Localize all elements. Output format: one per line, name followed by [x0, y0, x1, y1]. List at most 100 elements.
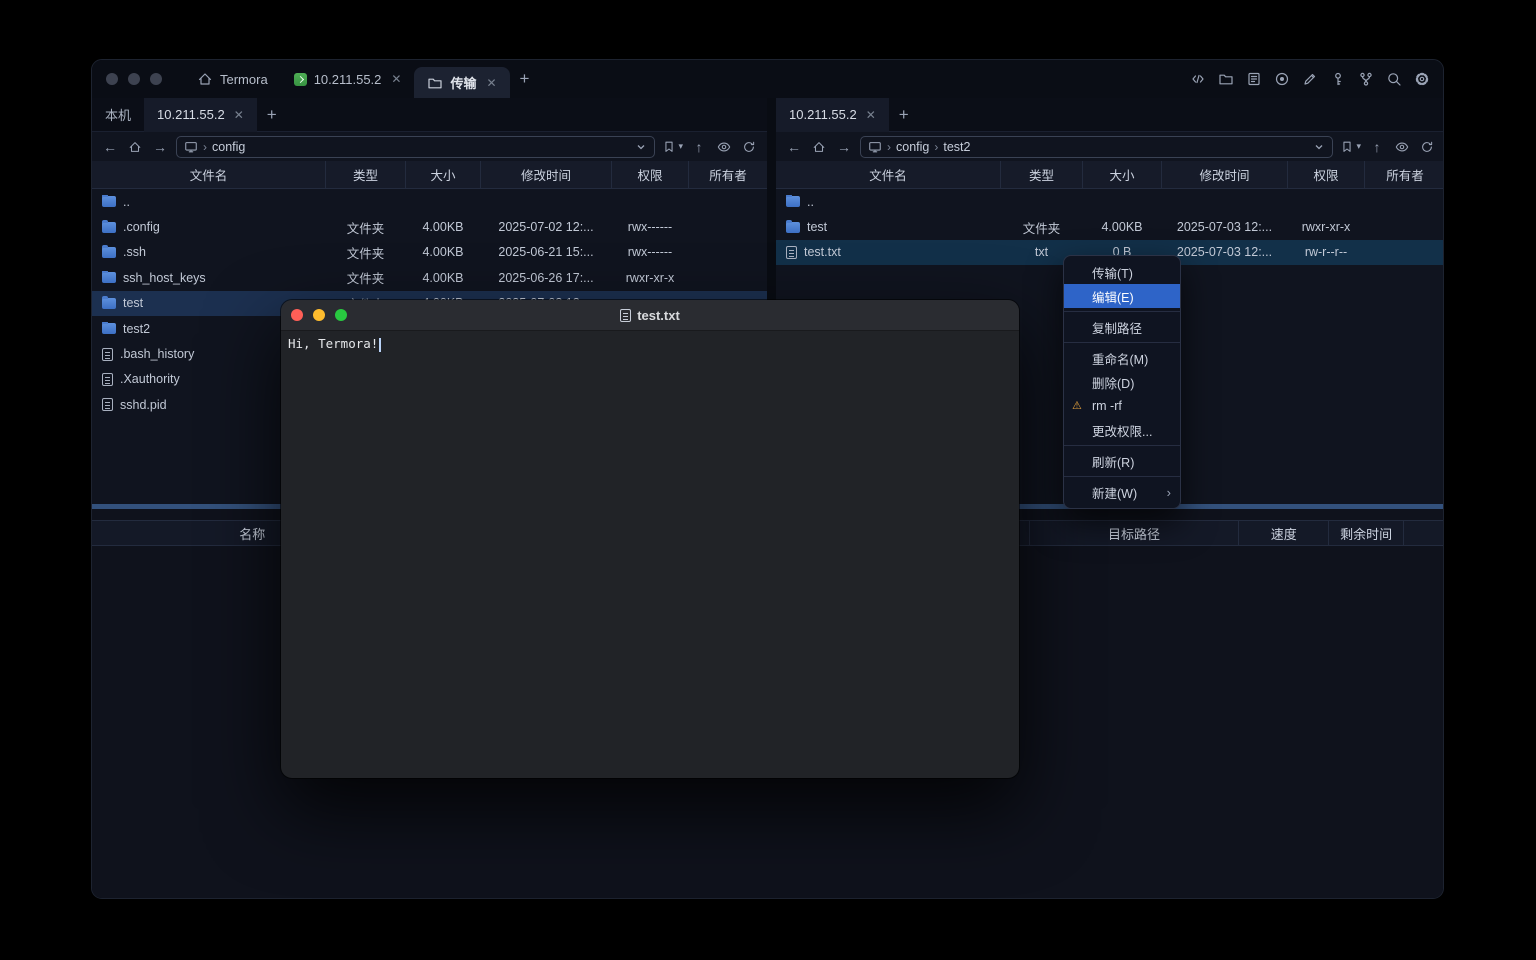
forward-button[interactable]: →: [151, 137, 169, 157]
column-header-permissions[interactable]: 权限: [1288, 161, 1365, 188]
breadcrumb-separator: ›: [887, 140, 891, 154]
file-name: .bash_history: [120, 347, 194, 361]
file-row[interactable]: ..: [776, 189, 1444, 214]
zoom-window-button[interactable]: [150, 73, 162, 85]
show-hidden-button[interactable]: [715, 137, 733, 157]
file-row[interactable]: .ssh 文件夹4.00KB2025-06-21 15:...rwx------: [92, 240, 767, 265]
menu-item-transfer[interactable]: 传输(T): [1064, 260, 1180, 284]
menu-item-refresh[interactable]: 刷新(R): [1064, 449, 1180, 473]
editor-text: Hi, Termora!: [288, 336, 378, 351]
editor-window: test.txt Hi, Termora!: [281, 300, 1019, 778]
breadcrumb-segment[interactable]: config: [212, 140, 245, 154]
close-tab-icon[interactable]: ✕: [866, 108, 876, 122]
tab-remote-host[interactable]: 10.211.55.2 ✕: [776, 98, 889, 132]
file-icon: [786, 246, 797, 259]
column-header-name[interactable]: 文件名: [92, 161, 326, 188]
menu-item-copy-path[interactable]: 复制路径: [1064, 315, 1180, 339]
tab-home[interactable]: Termora: [184, 60, 281, 98]
column-header-size[interactable]: 大小: [1083, 161, 1162, 188]
settings-icon[interactable]: [1413, 71, 1430, 88]
path-field[interactable]: › config: [176, 136, 655, 158]
menu-item-new[interactable]: 新建(W) ›: [1064, 480, 1180, 504]
close-window-button[interactable]: [291, 309, 303, 321]
folder-icon[interactable]: [1217, 71, 1234, 88]
tab-label: 10.211.55.2: [314, 72, 382, 87]
menu-item-rm-rf[interactable]: ⚠ rm -rf: [1064, 394, 1180, 418]
file-table-header: 文件名 类型 大小 修改时间 权限 所有者: [92, 161, 767, 189]
column-header-name[interactable]: 文件名: [776, 161, 1001, 188]
home-icon: [197, 71, 213, 87]
close-tab-icon[interactable]: ✕: [486, 76, 496, 90]
tab-remote-host[interactable]: 10.211.55.2 ✕: [144, 98, 257, 132]
home-button[interactable]: [810, 137, 828, 157]
column-header-type[interactable]: 类型: [1001, 161, 1083, 188]
menu-item-change-permissions[interactable]: 更改权限...: [1064, 418, 1180, 442]
zoom-window-button[interactable]: [335, 309, 347, 321]
tab-label: Termora: [220, 72, 268, 87]
new-tab-button[interactable]: +: [257, 98, 287, 134]
new-tab-button[interactable]: +: [510, 60, 540, 98]
column-header-modified[interactable]: 修改时间: [1162, 161, 1288, 188]
column-header-size[interactable]: 大小: [406, 161, 481, 188]
file-name: sshd.pid: [120, 398, 167, 412]
home-button[interactable]: [126, 137, 144, 157]
chevron-down-icon[interactable]: [635, 141, 647, 153]
parent-directory-button[interactable]: ↑: [690, 137, 708, 157]
forward-button[interactable]: →: [835, 137, 853, 157]
file-icon: [102, 348, 113, 361]
warning-icon: ⚠: [1072, 399, 1082, 412]
back-button[interactable]: ←: [101, 137, 119, 157]
tab-local[interactable]: 本机: [92, 98, 144, 132]
file-row[interactable]: ssh_host_keys 文件夹4.00KB2025-06-26 17:...…: [92, 265, 767, 290]
chevron-down-icon[interactable]: [1313, 141, 1325, 153]
branch-icon[interactable]: [1357, 71, 1374, 88]
minimize-window-button[interactable]: [128, 73, 140, 85]
submenu-arrow-icon: ›: [1167, 485, 1171, 500]
menu-item-rename[interactable]: 重命名(M): [1064, 346, 1180, 370]
menu-item-edit[interactable]: 编辑(E): [1064, 284, 1180, 308]
bookmark-button[interactable]: ▾: [662, 140, 683, 154]
column-header-owner[interactable]: 所有者: [689, 161, 767, 188]
file-row[interactable]: ..: [92, 189, 767, 214]
show-hidden-button[interactable]: [1393, 137, 1411, 157]
key-icon[interactable]: [1329, 71, 1346, 88]
menu-separator: [1064, 445, 1180, 446]
log-icon[interactable]: [1245, 71, 1262, 88]
code-icon[interactable]: [1189, 71, 1206, 88]
breadcrumb-segment[interactable]: test2: [943, 140, 970, 154]
editor-content[interactable]: Hi, Termora!: [281, 331, 1019, 357]
editor-title-text: test.txt: [637, 308, 680, 323]
tab-ssh-host[interactable]: 10.211.55.2 ✕: [281, 60, 415, 98]
column-header-type[interactable]: 类型: [326, 161, 406, 188]
pencil-icon[interactable]: [1301, 71, 1318, 88]
tab-label: 10.211.55.2: [157, 107, 225, 122]
file-row[interactable]: .config 文件夹4.00KB2025-07-02 12:...rwx---…: [92, 214, 767, 239]
column-header-speed: 速度: [1239, 521, 1329, 545]
column-header-owner[interactable]: 所有者: [1365, 161, 1444, 188]
refresh-icon: [1420, 140, 1434, 154]
column-header-modified[interactable]: 修改时间: [481, 161, 612, 188]
close-tab-icon[interactable]: ✕: [391, 72, 401, 86]
close-window-button[interactable]: [106, 73, 118, 85]
column-header-permissions[interactable]: 权限: [612, 161, 689, 188]
file-row[interactable]: test 文件夹4.00KB2025-07-03 12:...rwxr-xr-x: [776, 214, 1444, 239]
close-tab-icon[interactable]: ✕: [234, 108, 244, 122]
menu-item-delete[interactable]: 删除(D): [1064, 370, 1180, 394]
search-icon[interactable]: [1385, 71, 1402, 88]
bookmark-button[interactable]: ▾: [1340, 140, 1361, 154]
record-icon[interactable]: [1273, 71, 1290, 88]
refresh-button[interactable]: [1418, 137, 1436, 157]
file-name: ..: [123, 195, 130, 209]
minimize-window-button[interactable]: [313, 309, 325, 321]
file-name: .config: [123, 220, 160, 234]
refresh-icon: [742, 140, 756, 154]
editor-titlebar[interactable]: test.txt: [281, 300, 1019, 331]
path-field[interactable]: › config › test2: [860, 136, 1333, 158]
tab-transfer[interactable]: 传输 ✕: [414, 67, 509, 98]
refresh-button[interactable]: [740, 137, 758, 157]
column-spacer: [1404, 521, 1443, 545]
breadcrumb-segment[interactable]: config: [896, 140, 929, 154]
parent-directory-button[interactable]: ↑: [1368, 137, 1386, 157]
back-button[interactable]: ←: [785, 137, 803, 157]
new-tab-button[interactable]: +: [889, 98, 919, 134]
